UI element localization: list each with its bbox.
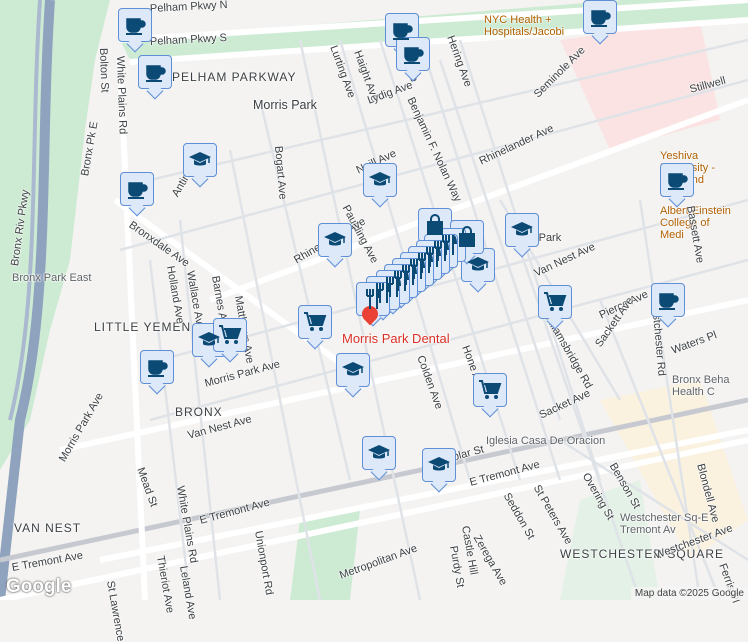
school-marker[interactable] [336, 353, 370, 387]
area-label: PELHAM PARKWAY [172, 70, 297, 84]
school-icon [324, 232, 346, 246]
restaurant-icon [366, 289, 381, 309]
coffee-marker[interactable] [660, 163, 694, 197]
selected-place-label[interactable]: Morris Park Dental [342, 331, 450, 346]
grocery-icon [479, 380, 502, 399]
coffee-icon [126, 18, 146, 35]
coffee-marker[interactable] [583, 0, 617, 34]
school-icon [511, 222, 533, 236]
street-label: Bolton St [97, 47, 111, 93]
school-marker[interactable] [362, 436, 396, 470]
school-icon [467, 257, 489, 271]
park-small [560, 480, 660, 600]
poi-label[interactable]: Bronx Park East [12, 272, 91, 284]
coffee-marker[interactable] [138, 55, 172, 89]
grocery-marker[interactable] [538, 285, 572, 319]
neighborhood-label: Morris Park [253, 98, 317, 112]
grocery-marker[interactable] [473, 373, 507, 407]
coffee-icon [128, 182, 148, 199]
grocery-marker[interactable] [298, 305, 332, 339]
school-icon [369, 172, 391, 186]
coffee-icon [404, 47, 424, 64]
school-marker[interactable] [461, 248, 495, 282]
area-label: WESTCHESTER SQUARE [560, 547, 725, 561]
school-marker[interactable] [422, 448, 456, 482]
school-marker[interactable] [505, 213, 539, 247]
coffee-icon [146, 65, 166, 82]
school-icon [189, 152, 211, 166]
coffee-marker[interactable] [120, 172, 154, 206]
coffee-marker[interactable] [140, 350, 174, 384]
coffee-icon [393, 23, 413, 40]
coffee-marker[interactable] [651, 283, 685, 317]
school-marker[interactable] [183, 143, 217, 177]
restaurant-marker[interactable] [356, 282, 390, 316]
poi-label[interactable]: Iglesia Casa De Oracion [486, 435, 605, 447]
coffee-icon [668, 173, 688, 190]
area-label: VAN NEST [14, 521, 82, 535]
google-logo: Google [6, 576, 72, 597]
grocery-icon [544, 292, 567, 311]
grocery-icon [219, 325, 242, 344]
map-attribution: Map data ©2025 Google [630, 587, 748, 600]
poi-label[interactable]: Bronx Beha Health C [672, 374, 746, 398]
grocery-marker[interactable] [213, 318, 247, 352]
coffee-icon [591, 10, 611, 27]
coffee-icon [659, 293, 679, 310]
coffee-marker[interactable] [118, 8, 152, 42]
coffee-marker[interactable] [396, 37, 430, 71]
coffee-icon [148, 360, 168, 377]
poi-label[interactable]: NYC Health + Hospitals/Jacobi [484, 14, 584, 38]
grocery-icon [304, 312, 327, 331]
area-label: BRONX [175, 405, 223, 419]
school-marker[interactable] [318, 223, 352, 257]
school-icon [368, 445, 390, 459]
school-icon [428, 457, 450, 471]
school-marker[interactable] [363, 163, 397, 197]
school-icon [342, 362, 364, 376]
